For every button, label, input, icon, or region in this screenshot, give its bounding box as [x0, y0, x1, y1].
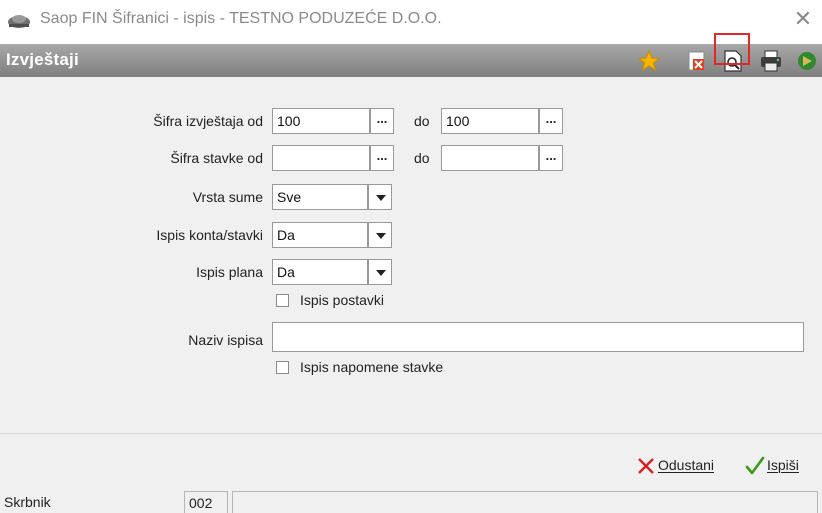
section-header: Izvještaji [0, 44, 822, 77]
print-name-input[interactable] [272, 322, 804, 352]
status-user: Skrbnik [4, 494, 51, 510]
print-settings-checkbox[interactable] [276, 294, 289, 307]
print-notes-checkbox[interactable] [276, 361, 289, 374]
item-code-to-label: do [414, 150, 430, 166]
item-code-from-lookup-button[interactable]: ... [370, 145, 394, 171]
close-icon[interactable]: ✕ [790, 6, 816, 32]
report-code-to-label: do [414, 113, 430, 129]
sum-type-label: Vrsta sume [192, 189, 263, 205]
print-accounts-select[interactable]: Da [272, 222, 368, 248]
star-icon[interactable] [636, 48, 662, 74]
report-code-label: Šifra izvještaja od [153, 113, 263, 129]
print-plan-select[interactable]: Da [272, 259, 368, 285]
print-accounts-label: Ispis konta/stavki [156, 227, 263, 243]
print-settings-checkbox-row[interactable]: Ispis postavki [276, 292, 436, 312]
saop-app-icon [6, 10, 32, 32]
status-code: 002 [184, 491, 228, 513]
toolbar-highlight-frame [714, 33, 750, 65]
title-bar: Saop FIN Šifranici - ispis - TESTNO PODU… [0, 0, 822, 44]
item-code-label: Šifra stavke od [170, 150, 263, 166]
print-name-label: Naziv ispisa [188, 332, 263, 348]
report-code-to-lookup-button[interactable]: ... [539, 108, 563, 134]
checkmark-icon [745, 455, 765, 477]
section-title: Izvještaji [6, 50, 79, 69]
exit-icon[interactable] [794, 48, 820, 74]
report-code-from-lookup-button[interactable]: ... [370, 108, 394, 134]
print-accounts-dropdown-icon[interactable] [368, 222, 392, 248]
report-code-from-input[interactable]: 100 [272, 108, 370, 134]
print-notes-checkbox-row[interactable]: Ispis napomene stavke [276, 359, 496, 379]
print-plan-label: Ispis plana [196, 264, 263, 280]
delete-report-icon[interactable] [684, 48, 710, 74]
status-extra [232, 491, 818, 513]
item-code-from-input[interactable] [272, 145, 370, 171]
status-bar: Skrbnik 002 [0, 489, 822, 513]
report-form: Šifra izvještaja od 100 ... do 100 ... Š… [0, 77, 822, 433]
cancel-button[interactable]: Odustani [636, 455, 728, 479]
item-code-to-lookup-button[interactable]: ... [539, 145, 563, 171]
print-settings-label: Ispis postavki [300, 292, 385, 308]
report-window: Saop FIN Šifranici - ispis - TESTNO PODU… [0, 0, 822, 513]
report-code-to-input[interactable]: 100 [441, 108, 539, 134]
printer-icon[interactable] [758, 48, 784, 74]
print-button[interactable]: Ispiši [745, 455, 815, 479]
window-title: Saop FIN Šifranici - ispis - TESTNO PODU… [40, 10, 442, 27]
sum-type-select[interactable]: Sve [272, 184, 368, 210]
print-button-label: Ispiši [767, 457, 799, 473]
sum-type-dropdown-icon[interactable] [368, 184, 392, 210]
item-code-to-input[interactable] [441, 145, 539, 171]
cancel-button-label: Odustani [658, 457, 715, 473]
print-plan-dropdown-icon[interactable] [368, 259, 392, 285]
print-notes-label: Ispis napomene stavke [300, 359, 444, 375]
cancel-x-icon [636, 455, 656, 477]
footer-divider [0, 433, 822, 434]
